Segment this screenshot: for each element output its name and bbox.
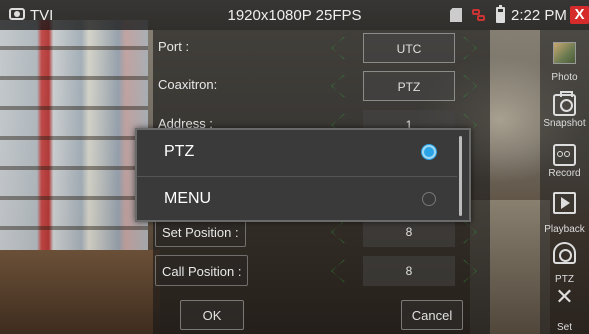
port-prev-arrow-icon[interactable] — [331, 37, 345, 59]
coaxitron-value[interactable]: PTZ — [363, 71, 455, 101]
call-position-button[interactable]: Call Position : — [155, 255, 249, 286]
option-ptz[interactable]: PTZ — [137, 130, 457, 175]
tools-icon: ✕ — [555, 284, 574, 309]
port-next-arrow-icon[interactable] — [463, 37, 477, 59]
radio-unselected-icon[interactable] — [422, 192, 436, 206]
ptz-camera-icon — [553, 242, 576, 264]
status-bar: TVI 1920x1080P 25FPS 2:22 PM X — [0, 0, 589, 30]
sd-card-icon — [450, 8, 462, 22]
port-row: Port : UTC — [153, 33, 490, 63]
radio-selected-icon[interactable] — [422, 145, 436, 159]
call-position-value[interactable]: 8 — [363, 256, 455, 286]
coaxitron-prev-arrow-icon[interactable] — [331, 75, 345, 97]
sidebar-playback-label: Playback — [544, 224, 585, 235]
cancel-button[interactable]: Cancel — [401, 300, 463, 330]
coaxitron-next-arrow-icon[interactable] — [463, 75, 477, 97]
sidebar-record-label: Record — [548, 168, 581, 179]
port-label: Port : — [158, 39, 190, 54]
sidebar-photo-label: Photo — [551, 72, 578, 83]
clock: 2:22 PM — [511, 7, 567, 24]
call-position-next-arrow-icon[interactable] — [463, 260, 477, 282]
camera-icon — [553, 91, 576, 116]
port-value[interactable]: UTC — [363, 33, 455, 63]
feed-table — [0, 250, 160, 334]
feed-shelves — [0, 20, 148, 250]
option-ptz-label: PTZ — [164, 143, 195, 160]
right-sidebar: Photo Snapshot Record Playback PTZ ✕ Set — [540, 30, 589, 334]
set-position-prev-arrow-icon[interactable] — [331, 221, 345, 243]
ok-button[interactable]: OK — [180, 300, 244, 330]
coaxitron-label: Coaxitron: — [158, 77, 218, 92]
photo-thumbnail — [553, 42, 576, 64]
coaxitron-row: Coaxitron: PTZ — [153, 71, 490, 101]
network-icon — [472, 9, 486, 22]
set-position-next-arrow-icon[interactable] — [463, 221, 477, 243]
option-menu-label: MENU — [164, 190, 212, 207]
sidebar-snapshot-label: Snapshot — [543, 118, 586, 129]
sidebar-item-playback[interactable]: Playback — [540, 186, 589, 246]
coaxitron-option-popup: PTZ MENU — [135, 128, 471, 222]
battery-icon — [496, 5, 505, 23]
play-icon — [553, 192, 576, 214]
record-icon — [553, 144, 576, 166]
popup-scrollbar[interactable] — [459, 136, 462, 216]
call-position-prev-arrow-icon[interactable] — [331, 260, 345, 282]
sidebar-set-label: Set — [556, 322, 572, 333]
option-menu[interactable]: MENU — [137, 177, 457, 222]
close-button[interactable]: X — [570, 6, 589, 24]
sidebar-item-set[interactable]: ✕ Set — [540, 284, 589, 334]
call-position-row: Call Position : 8 — [153, 255, 490, 286]
sidebar-item-snapshot[interactable]: Snapshot — [540, 84, 589, 144]
